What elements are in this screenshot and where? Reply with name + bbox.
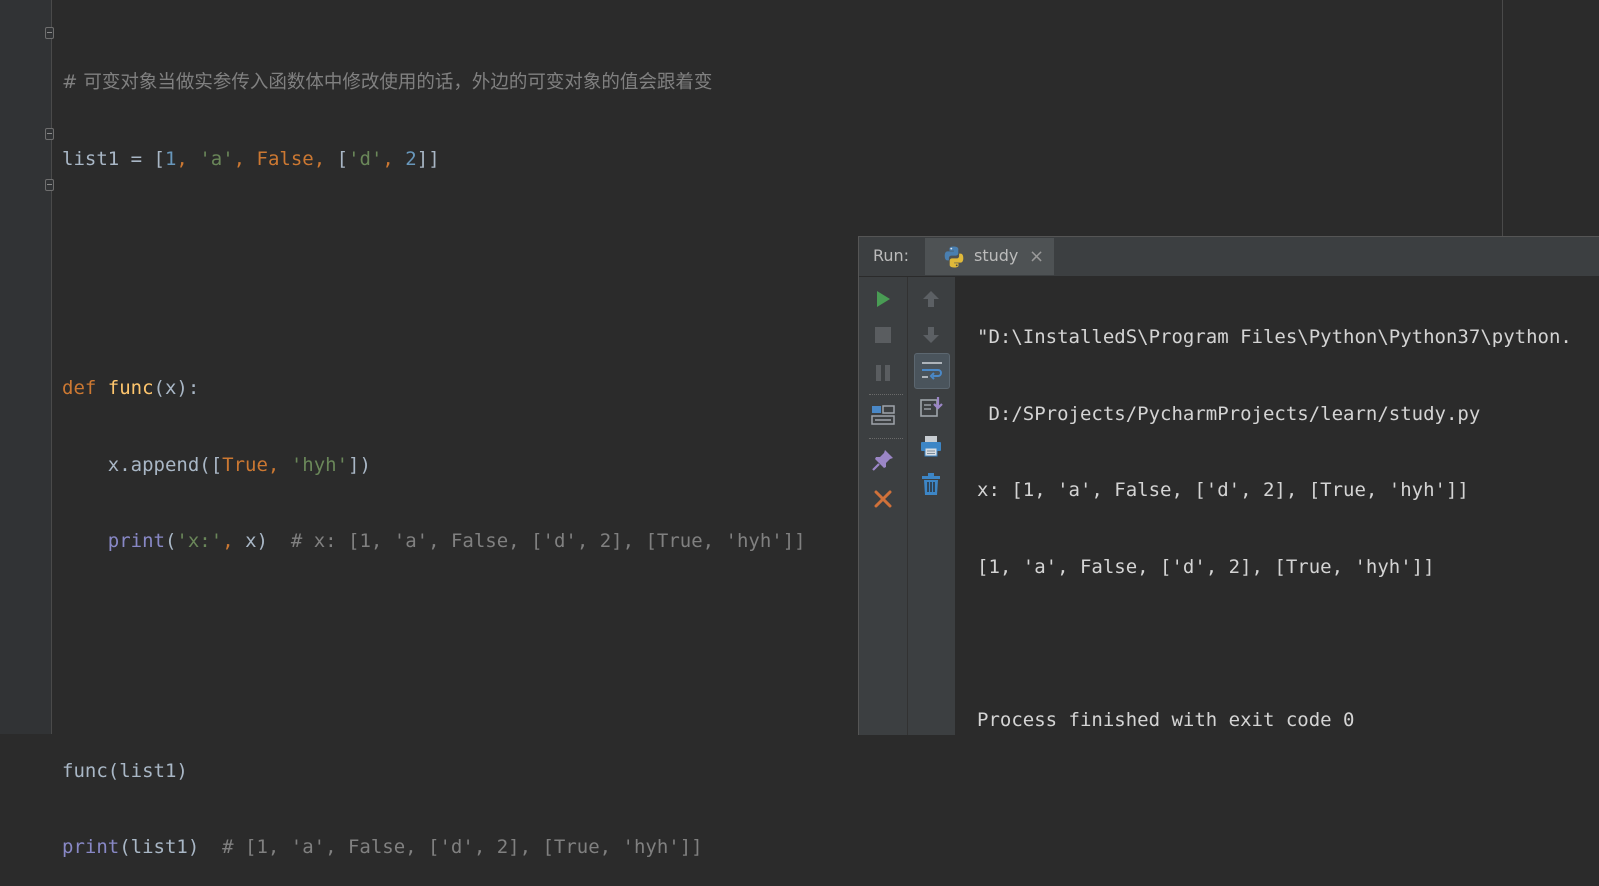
code-token: x) [245, 530, 291, 552]
toolbar-separator [869, 438, 903, 439]
code-token: False [256, 147, 314, 170]
stop-icon[interactable] [867, 319, 899, 351]
run-label: Run: [873, 246, 910, 265]
code-editor[interactable]: # 可变对象当做实参传入函数体中修改使用的话，外边的可变对象的值会跟着变 lis… [62, 19, 806, 886]
code-line-7: print('x:', x) # x: [1, 'a', False, ['d'… [62, 529, 806, 555]
code-token: ]) [348, 453, 371, 476]
close-icon[interactable] [867, 483, 899, 515]
fold-marker-icon[interactable] [45, 128, 54, 140]
code-token: (list1) [119, 836, 223, 858]
down-arrow-icon[interactable] [915, 319, 947, 351]
code-token: , [176, 147, 200, 170]
code-token: list1 = [62, 147, 154, 170]
code-token: , [382, 147, 406, 170]
scroll-to-end-icon[interactable] [915, 391, 947, 423]
code-token: x.append([ [62, 453, 223, 476]
code-comment: # [1, 'a', False, ['d', 2], [True, 'hyh'… [222, 836, 703, 858]
code-token: , [222, 530, 246, 552]
up-arrow-icon[interactable] [915, 283, 947, 315]
code-token: 'x:' [176, 530, 223, 552]
layout-icon[interactable] [867, 399, 899, 431]
run-header: Run: study × [859, 237, 1599, 277]
soft-wrap-icon[interactable] [914, 353, 950, 389]
run-icon[interactable] [867, 283, 899, 315]
tab-label: study [974, 246, 1019, 265]
console-line: Process finished with exit code 0 [977, 708, 1355, 731]
code-token: [ [153, 147, 165, 170]
code-token: 'a' [199, 147, 234, 170]
code-token: func [107, 377, 154, 399]
console-line: [1, 'a', False, ['d', 2], [True, 'hyh']] [977, 555, 1435, 578]
code-token: (x): [153, 377, 200, 399]
code-line-1: # 可变对象当做实参传入函数体中修改使用的话，外边的可变对象的值会跟着变 [62, 70, 806, 96]
code-comment: # 可变对象当做实参传入函数体中修改使用的话，外边的可变对象的值会跟着变 [62, 72, 713, 93]
python-icon [942, 245, 966, 269]
code-token: 'd' [348, 147, 383, 170]
run-toolbar-left [859, 277, 908, 735]
code-token: print [107, 530, 165, 552]
print-icon[interactable] [915, 430, 947, 462]
code-token: , [313, 147, 337, 170]
code-token: 'hyh' [290, 453, 349, 476]
run-toolbar-right [908, 277, 956, 735]
code-line-11: print(list1) # [1, 'a', False, ['d', 2],… [62, 835, 806, 861]
code-token: , [233, 147, 257, 170]
code-line-2: list1 = [1, 'a', False, ['d', 2]] [62, 147, 806, 173]
toolbar-separator [869, 394, 903, 395]
console-line: x: [1, 'a', False, ['d', 2], [True, 'hyh… [977, 479, 1469, 501]
pin-icon[interactable] [867, 444, 899, 476]
code-line-5: def func(x): [62, 376, 806, 402]
code-token: ( [164, 530, 177, 552]
run-tool-window: Run: study × "D:\InstalledS\Program File… [858, 236, 1599, 735]
pause-icon[interactable] [867, 357, 899, 389]
console-output[interactable]: "D:\InstalledS\Program Files\Python\Pyth… [977, 274, 1572, 784]
code-comment: # x: [1, 'a', False, ['d', 2], [True, 'h… [290, 530, 806, 552]
console-line: "D:\InstalledS\Program Files\Python\Pyth… [977, 326, 1572, 348]
tab-study[interactable]: study × [925, 238, 1054, 275]
code-token: [ [336, 147, 349, 170]
code-token: 2 [405, 147, 417, 170]
code-token: def [62, 377, 108, 399]
fold-marker-icon[interactable] [45, 27, 54, 39]
code-line-10: func(list1) [62, 759, 806, 785]
trash-icon[interactable] [915, 468, 947, 500]
code-line-6: x.append([True, 'hyh']) [62, 453, 806, 479]
code-token: ]] [416, 147, 440, 170]
code-token: func(list1) [62, 759, 188, 782]
code-token: True [222, 453, 268, 476]
console-line: D:/SProjects/PycharmProjects/learn/study… [977, 402, 1481, 425]
code-token: print [62, 836, 120, 858]
fold-marker-icon[interactable] [45, 179, 54, 191]
editor-gutter [0, 0, 52, 734]
code-token: , [267, 453, 291, 476]
tab-close-icon[interactable]: × [1029, 247, 1044, 267]
code-token: 1 [164, 147, 177, 170]
right-margin-guide [1502, 0, 1503, 236]
